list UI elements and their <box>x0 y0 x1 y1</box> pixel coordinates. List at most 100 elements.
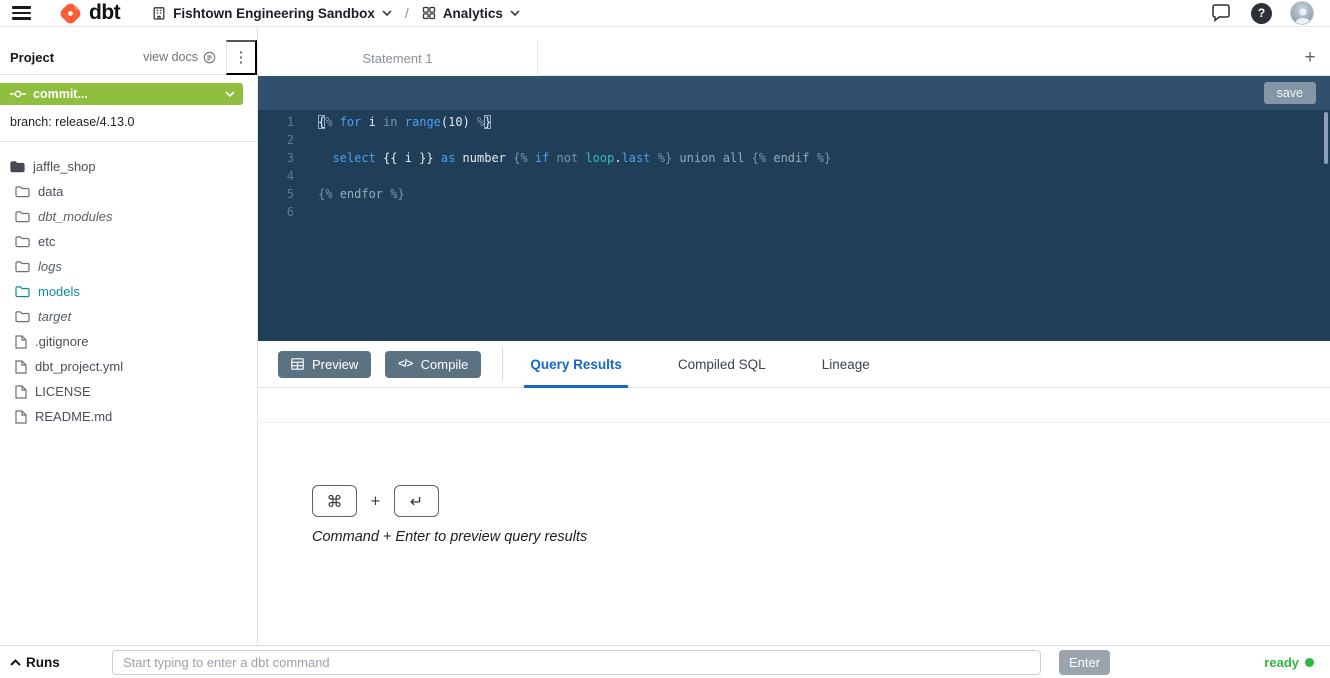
tree-item-license[interactable]: LICENSE <box>0 379 257 404</box>
code-line: 4 <box>258 167 1330 185</box>
enter-key-icon: ↵ <box>394 485 439 517</box>
tree-item-label: etc <box>38 234 55 249</box>
plus-sign: + <box>370 494 381 509</box>
tree-item-dbt-modules[interactable]: dbt_modules <box>0 204 257 229</box>
project-selector[interactable]: Analytics <box>422 6 520 21</box>
tree-item-dbt-project-yml[interactable]: dbt_project.yml <box>0 354 257 379</box>
folder-icon <box>15 210 30 223</box>
file-icon <box>15 360 27 374</box>
save-button[interactable]: save <box>1264 82 1316 104</box>
tree-item-readme-md[interactable]: README.md <box>0 404 257 429</box>
tree-item-label: .gitignore <box>35 334 88 349</box>
runs-label: Runs <box>26 655 60 670</box>
tree-item-label: target <box>38 309 71 324</box>
account-name: Fishtown Engineering Sandbox <box>173 6 375 21</box>
view-docs-label: view docs <box>143 50 198 64</box>
hint-caption: Command + Enter to preview query results <box>312 529 587 545</box>
compile-label: Compile <box>421 357 469 372</box>
tree-item-label: logs <box>38 259 62 274</box>
results-toolbar: Preview </> Compile Query Results Compile… <box>258 341 1330 388</box>
file-icon <box>15 410 27 424</box>
toolbar-divider <box>502 347 503 381</box>
chevron-down-icon <box>510 10 520 16</box>
runs-toggle[interactable]: Runs <box>10 646 60 678</box>
organization-icon <box>152 6 166 20</box>
tree-item-label: models <box>38 284 80 299</box>
chevron-up-icon <box>10 659 21 666</box>
file-icon <box>15 385 27 399</box>
chat-icon[interactable] <box>1211 4 1231 22</box>
status-ready: ready <box>1264 646 1314 678</box>
keyboard-hint: ⌘ + ↵ <box>312 485 439 517</box>
dbt-logo-text: dbt <box>89 1 120 25</box>
chevron-down-icon <box>225 91 235 97</box>
line-number: 1 <box>258 113 294 131</box>
tree-item-label: README.md <box>35 409 112 424</box>
breadcrumb-separator: / <box>405 5 409 21</box>
ready-dot-icon <box>1305 658 1314 667</box>
dbt-cloud-ide: dbt Fishtown Engineering Sandbox / <box>0 0 1330 678</box>
editor-header: save <box>258 76 1330 110</box>
chevron-down-icon <box>382 10 392 16</box>
sidebar-menu-icon[interactable]: ⋮ <box>226 40 257 75</box>
folder-icon <box>15 185 30 198</box>
user-avatar[interactable] <box>1290 1 1314 25</box>
commit-button[interactable]: commit... <box>0 83 243 105</box>
folder-icon <box>15 235 30 248</box>
line-number: 2 <box>258 131 294 149</box>
code-line-content: select {{ i }} as number {% if not loop.… <box>318 149 831 167</box>
code-line: 5{% endfor %} <box>258 185 1330 203</box>
line-number: 4 <box>258 167 294 185</box>
command-key-icon: ⌘ <box>312 485 357 517</box>
tree-item-label: dbt_modules <box>38 209 112 224</box>
help-icon[interactable]: ? <box>1251 3 1272 24</box>
file-tree: jaffle_shop data dbt_modules etc logs mo… <box>0 154 257 429</box>
new-tab-button[interactable]: + <box>1298 46 1322 70</box>
results-tab-lineage[interactable]: Lineage <box>816 341 876 388</box>
project-sidebar: Project view docs ⋮ commit... <box>0 27 258 645</box>
statusbar: Runs Enter ready <box>0 645 1330 678</box>
view-docs-link[interactable]: view docs <box>143 50 226 64</box>
tree-item-etc[interactable]: etc <box>0 229 257 254</box>
folder-icon <box>15 310 30 323</box>
tree-item-gitignore[interactable]: .gitignore <box>0 329 257 354</box>
tree-item-target[interactable]: target <box>0 304 257 329</box>
account-selector[interactable]: Fishtown Engineering Sandbox <box>152 6 392 21</box>
code-icon: </> <box>398 358 412 370</box>
menu-icon[interactable] <box>10 2 33 24</box>
code-editor[interactable]: save 1{% for i in range(10) %}23 select … <box>258 76 1330 341</box>
sidebar-title: Project <box>10 50 54 65</box>
dbt-logo-icon <box>58 1 83 26</box>
dbt-command-input[interactable] <box>112 650 1041 675</box>
folder-icon <box>10 160 25 173</box>
editor-tabbar: Statement 1 + <box>258 40 1330 76</box>
topbar: dbt Fishtown Engineering Sandbox / <box>0 0 1330 27</box>
ready-label: ready <box>1264 655 1299 670</box>
grid-icon <box>422 6 436 20</box>
folder-icon <box>15 260 30 273</box>
line-number: 5 <box>258 185 294 203</box>
tree-item-logs[interactable]: logs <box>0 254 257 279</box>
compile-button[interactable]: </> Compile <box>385 351 481 378</box>
editor-scrollbar[interactable] <box>1324 112 1328 164</box>
tree-item-models[interactable]: models <box>0 279 257 304</box>
tree-item-label: LICENSE <box>35 384 91 399</box>
dbt-logo[interactable]: dbt <box>58 1 120 26</box>
results-subheader <box>258 389 1330 423</box>
editor-tab-statement-1[interactable]: Statement 1 <box>257 40 538 76</box>
code-line: 6 <box>258 203 1330 221</box>
results-tabs: Query Results Compiled SQL Lineage <box>524 341 919 388</box>
code-line: 2 <box>258 131 1330 149</box>
branch-label: branch: release/4.13.0 <box>10 115 257 129</box>
folder-icon <box>15 285 30 298</box>
commit-label: commit... <box>33 87 88 101</box>
results-tab-query-results[interactable]: Query Results <box>524 341 628 388</box>
project-name: Analytics <box>443 6 503 21</box>
code-line: 3 select {{ i }} as number {% if not loo… <box>258 149 1330 167</box>
enter-button[interactable]: Enter <box>1059 650 1110 675</box>
results-tab-compiled-sql[interactable]: Compiled SQL <box>672 341 772 388</box>
preview-button[interactable]: Preview <box>278 351 371 378</box>
tree-item-jaffle-shop[interactable]: jaffle_shop <box>0 154 257 179</box>
code-area[interactable]: 1{% for i in range(10) %}23 select {{ i … <box>258 110 1330 221</box>
tree-item-data[interactable]: data <box>0 179 257 204</box>
